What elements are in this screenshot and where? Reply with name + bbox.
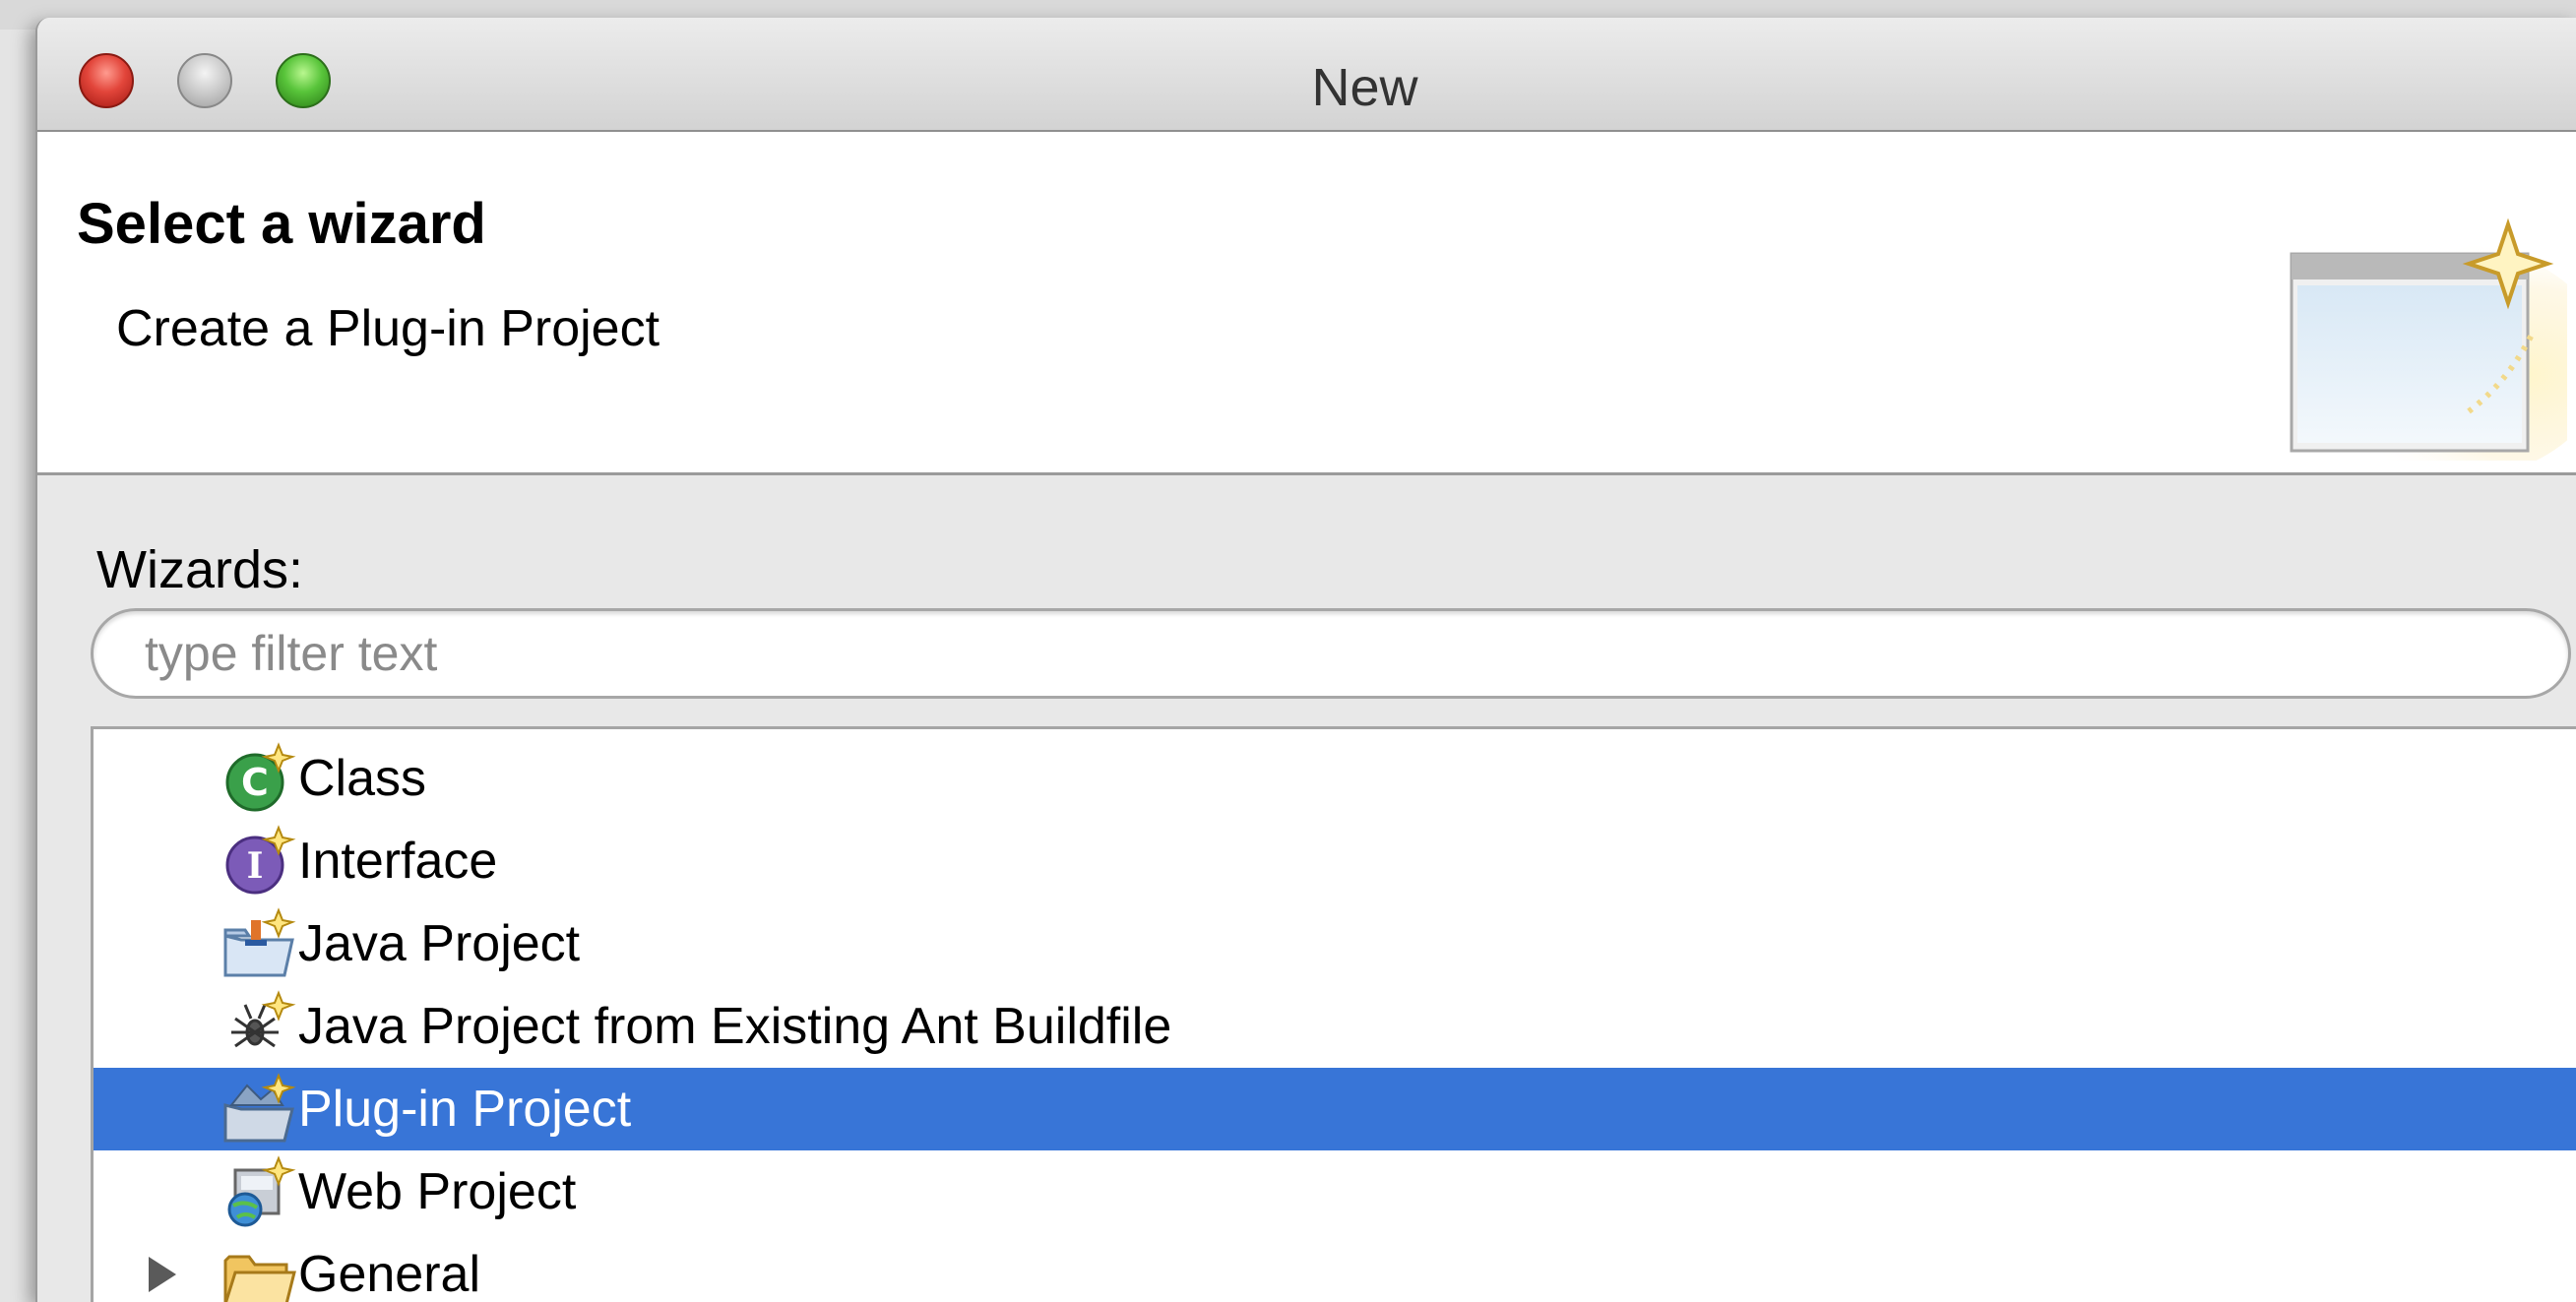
new-wizard-banner-icon	[2290, 217, 2567, 461]
plugin-project-icon	[221, 1072, 296, 1147]
interface-wizard-icon: I	[221, 824, 296, 899]
tree-item-ant-project[interactable]: Java Project from Existing Ant Buildfile	[94, 985, 2576, 1068]
window-title: New	[1311, 58, 1418, 117]
wizard-tree[interactable]: C Class I Interface Java Project Java Pr…	[91, 726, 2576, 1302]
expand-arrow-icon[interactable]	[149, 1257, 176, 1292]
web-project-icon	[221, 1154, 296, 1229]
tree-item-label: Java Project from Existing Ant Buildfile	[298, 998, 1172, 1055]
ant-buildfile-icon	[221, 989, 296, 1064]
tree-item-label: General	[298, 1246, 480, 1302]
tree-item-label: Plug-in Project	[298, 1081, 632, 1138]
tree-item-general[interactable]: General	[94, 1233, 2576, 1302]
tree-item-label: Interface	[298, 833, 498, 890]
wizard-header: Select a wizard Create a Plug-in Project	[37, 132, 2576, 475]
class-wizard-icon: C	[221, 741, 296, 816]
tree-item-java-project[interactable]: Java Project	[94, 902, 2576, 985]
folder-icon	[221, 1237, 296, 1302]
title-bar[interactable]: New	[37, 18, 2576, 132]
tree-item-label: Java Project	[298, 915, 581, 972]
page-title: Select a wizard	[77, 192, 486, 256]
new-wizard-dialog: New Select a wizard Create a Plug-in Pro…	[35, 18, 2576, 1302]
tree-item-web-project[interactable]: Web Project	[94, 1150, 2576, 1233]
wizards-label: Wizards:	[96, 540, 304, 599]
filter-input[interactable]	[91, 608, 2571, 699]
svg-text:C: C	[241, 761, 269, 804]
svg-text:I: I	[247, 845, 264, 887]
tree-item-label: Class	[298, 750, 427, 807]
tree-item-label: Web Project	[298, 1163, 577, 1220]
tree-item-plugin-project[interactable]: Plug-in Project	[94, 1068, 2576, 1150]
page-description: Create a Plug-in Project	[116, 300, 660, 357]
java-project-icon	[221, 906, 296, 981]
tree-item-class[interactable]: C Class	[94, 737, 2576, 820]
tree-item-interface[interactable]: I Interface	[94, 820, 2576, 902]
